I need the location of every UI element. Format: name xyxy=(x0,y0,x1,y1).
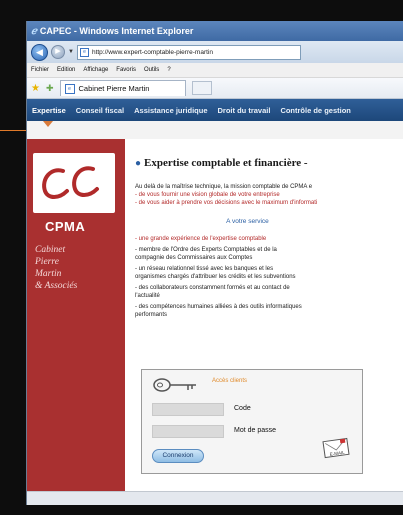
client-login-box: Accès clients Code Mot de passe Connexio… xyxy=(141,369,363,474)
nav-expertise[interactable]: Expertise xyxy=(27,106,71,115)
service-line: - des compétences humaines alliées à des… xyxy=(135,304,302,310)
intro-line: - de vous fournir une vision globale de … xyxy=(135,192,280,198)
menu-bar: Fichier Edition Affichage Favoris Outils… xyxy=(27,63,403,78)
window-title: CAPEC - Windows Internet Explorer xyxy=(39,26,194,36)
favorites-star-icon[interactable]: ★ xyxy=(31,83,40,94)
tab-page-icon: e xyxy=(64,83,75,94)
add-favorite-icon[interactable]: ✚ xyxy=(46,83,54,94)
email-label: E-MAIL xyxy=(329,450,345,457)
ie-logo-icon: ℯ xyxy=(31,25,37,37)
browser-window: ℯ CAPEC - Windows Internet Explorer ◀ ▶ … xyxy=(26,21,403,505)
menu-item-favoris[interactable]: Favoris xyxy=(116,67,136,73)
service-line: performants xyxy=(135,312,168,318)
nav-assistance-juridique[interactable]: Assistance juridique xyxy=(129,106,212,115)
logo-script-icon xyxy=(42,166,99,199)
nav-droit-du-travail[interactable]: Droit du travail xyxy=(213,106,276,115)
firm-line: Cabinet xyxy=(35,245,66,255)
brand-name: CPMA xyxy=(45,219,86,234)
active-nav-pointer xyxy=(43,121,53,127)
nav-conseil-fiscal[interactable]: Conseil fiscal xyxy=(71,106,129,115)
key-icon xyxy=(153,378,196,392)
code-label: Code xyxy=(234,405,251,412)
firm-name: Cabinet Pierre Martin & Associés xyxy=(35,244,77,292)
sidebar: CPMA Cabinet Pierre Martin & Associés xyxy=(27,139,125,491)
intro-line: - de vous aider à prendre vos décisions … xyxy=(135,200,318,206)
service-line: organismes chargés d'attribuer les crédi… xyxy=(135,274,296,280)
decorative-orange-line xyxy=(0,130,28,131)
cpma-logo xyxy=(33,153,115,213)
firm-line: Martin xyxy=(35,269,62,279)
code-input[interactable] xyxy=(152,403,224,416)
login-title: Accès clients xyxy=(212,378,248,384)
service-item: - des collaborateurs constamment formés … xyxy=(135,284,400,300)
site-navigation: Expertise Conseil fiscal Assistance juri… xyxy=(27,99,403,127)
main-content: ● Expertise comptable et financière - Au … xyxy=(135,157,400,322)
service-item: - une grande expérience de l'expertise c… xyxy=(135,235,400,243)
status-bar xyxy=(27,491,403,505)
title-bar: ℯ CAPEC - Windows Internet Explorer xyxy=(27,21,403,41)
url-text: http://www.expert-comptable-pierre-marti… xyxy=(91,48,213,56)
web-page: CPMA Cabinet Pierre Martin & Associés ● E… xyxy=(27,139,403,491)
page-heading: ● Expertise comptable et financière - xyxy=(135,157,400,169)
password-input[interactable] xyxy=(152,425,224,438)
url-input[interactable]: e http://www.expert-comptable-pierre-mar… xyxy=(76,44,301,60)
intro-line: Au delà de la maîtrise technique, la mis… xyxy=(135,184,313,190)
intro-text: Au delà de la maîtrise technique, la mis… xyxy=(135,183,400,207)
forward-button[interactable]: ▶ xyxy=(51,45,65,59)
service-item: - membre de l'Ordre des Experts Comptabl… xyxy=(135,246,400,262)
tab-title: Cabinet Pierre Martin xyxy=(78,84,150,93)
address-bar: ◀ ▶ ▼ e http://www.expert-comptable-pier… xyxy=(27,41,403,63)
menu-item-help[interactable]: ? xyxy=(167,67,170,73)
page-icon: e xyxy=(79,47,89,57)
firm-line: Pierre xyxy=(35,257,59,267)
nav-controle-de-gestion[interactable]: Contrôle de gestion xyxy=(275,106,355,115)
service-line: - un réseau relationnel tissé avec les b… xyxy=(135,266,274,272)
history-dropdown-icon[interactable]: ▼ xyxy=(68,49,74,55)
menu-item-affichage[interactable]: Affichage xyxy=(83,67,108,73)
connect-button[interactable]: Connexion xyxy=(152,449,204,463)
email-icon[interactable]: E-MAIL xyxy=(322,434,352,460)
favorites-bar: ★ ✚ e Cabinet Pierre Martin xyxy=(27,78,403,99)
service-list: - une grande expérience de l'expertise c… xyxy=(135,235,400,319)
service-line: l'actualité xyxy=(135,293,160,299)
browser-tab[interactable]: e Cabinet Pierre Martin xyxy=(59,80,186,96)
service-title: A votre service xyxy=(226,218,269,225)
service-item: - un réseau relationnel tissé avec les b… xyxy=(135,265,400,281)
menu-item-outils[interactable]: Outils xyxy=(144,67,159,73)
password-label: Mot de passe xyxy=(234,427,277,434)
heading-bullet-icon: ● xyxy=(135,158,142,169)
menu-item-fichier[interactable]: Fichier xyxy=(31,67,49,73)
service-line: - une grande expérience de l'expertise c… xyxy=(135,236,267,242)
service-line: compagnie des Commissaires aux Comptes xyxy=(135,255,253,261)
back-button[interactable]: ◀ xyxy=(31,43,48,61)
firm-line: & Associés xyxy=(35,281,78,291)
menu-item-edition[interactable]: Edition xyxy=(57,67,75,73)
service-item: - des compétences humaines alliées à des… xyxy=(135,303,400,319)
service-line: - membre de l'Ordre des Experts Comptabl… xyxy=(135,247,277,253)
heading-text: Expertise comptable et financière - xyxy=(144,157,308,169)
new-tab-button[interactable] xyxy=(191,81,212,95)
service-line: - des collaborateurs constamment formés … xyxy=(135,285,290,291)
